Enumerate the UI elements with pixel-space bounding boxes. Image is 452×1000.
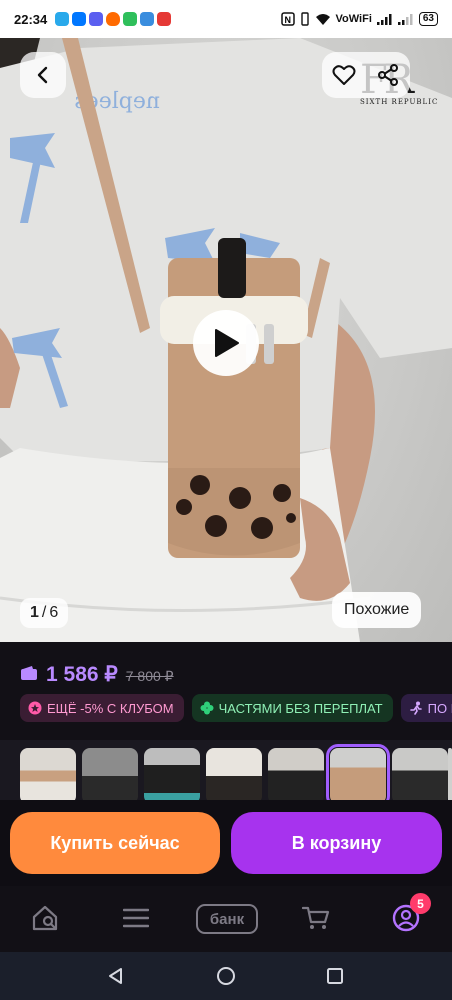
status-right: N VoWiFi 63 (280, 12, 438, 26)
status-bar: 22:34 N VoWiFi 63 (0, 0, 452, 38)
chevron-left-icon (37, 66, 48, 84)
status-time: 22:34 (14, 11, 48, 27)
vibrate-icon (300, 12, 309, 26)
back-button[interactable] (20, 52, 66, 98)
tab-bank[interactable]: банк (196, 904, 258, 934)
image-counter: 1 / 6 (20, 598, 69, 628)
thumbnail[interactable] (268, 748, 324, 804)
old-price: 7 800 ₽ (125, 668, 174, 684)
share-button[interactable] (366, 52, 410, 98)
battery-indicator: 63 (418, 12, 438, 26)
system-back-icon[interactable] (106, 966, 126, 986)
favorite-button[interactable] (322, 52, 366, 98)
thumbnail[interactable] (392, 748, 448, 804)
status-app-icons (55, 12, 172, 26)
wallet-icon (21, 666, 37, 680)
signal-2-icon (397, 14, 413, 25)
extra-promo-badge[interactable]: ПО КЛ (400, 694, 452, 722)
snowflake-app-icon (140, 12, 155, 26)
system-navigation-bar (0, 952, 452, 1000)
image-counter-total: 6 (49, 604, 59, 621)
tab-catalog[interactable] (118, 900, 154, 936)
maps-icon (157, 12, 172, 26)
product-page: 22:34 N VoWiFi 63 neplees SIXTH REPUBLIC… (0, 0, 452, 1000)
promo-badges: ЕЩЁ -5% С КЛУБОМ ЧАСТЯМИ БЕЗ ПЕРЕПЛАТ ПО… (20, 694, 452, 722)
vk-icon (72, 12, 87, 26)
image-counter-separator: / (41, 604, 47, 621)
play-video-button[interactable] (193, 310, 259, 376)
system-recents-icon[interactable] (325, 966, 345, 986)
fire-icon (106, 12, 121, 26)
club-discount-badge[interactable]: ЕЩЁ -5% С КЛУБОМ (20, 694, 184, 722)
share-icon (378, 64, 398, 86)
thumbnail[interactable] (20, 748, 76, 804)
thumbnail[interactable] (448, 748, 452, 804)
profile-notification-badge: 5 (410, 893, 431, 914)
current-price: 1 586 ₽ (46, 663, 118, 686)
signal-icon (376, 14, 392, 25)
thumbnail[interactable] (144, 748, 200, 804)
club-discount-label: ЕЩЁ -5% С КЛУБОМ (47, 700, 174, 716)
cart-icon (302, 906, 330, 929)
messenger-icon (89, 12, 104, 26)
play-icon (215, 329, 239, 357)
product-image-carousel[interactable]: neplees SIXTH REPUBLIC 1 / 6 Похожие (0, 38, 452, 642)
wifi-icon (315, 13, 330, 25)
buy-now-button[interactable]: Купить сейчас (10, 812, 220, 874)
thumbnail[interactable] (206, 748, 262, 804)
thumbnail-active[interactable] (326, 744, 390, 808)
tab-home[interactable] (28, 900, 64, 936)
extra-promo-label: ПО КЛ (427, 700, 452, 716)
installments-label: ЧАСТЯМИ БЕЗ ПЕРЕПЛАТ (218, 700, 383, 716)
star-badge-icon (28, 701, 42, 715)
price-row: 1 586 ₽ 7 800 ₽ (20, 662, 174, 687)
svg-text:N: N (284, 15, 291, 25)
clover-icon (200, 701, 214, 715)
catalog-icon (123, 908, 149, 928)
running-person-icon (409, 701, 422, 715)
image-counter-current: 1 (30, 604, 39, 621)
installments-badge[interactable]: ЧАСТЯМИ БЕЗ ПЕРЕПЛАТ (191, 694, 393, 722)
check-app-icon (123, 12, 138, 26)
purchase-actions: Купить сейчас В корзину (0, 800, 452, 886)
add-to-cart-button[interactable]: В корзину (231, 812, 442, 874)
telegram-icon (55, 12, 70, 26)
nfc-icon: N (280, 12, 295, 26)
system-home-icon[interactable] (216, 966, 236, 986)
home-search-icon (32, 905, 58, 931)
network-label: VoWiFi (335, 13, 372, 25)
tab-cart[interactable] (298, 900, 334, 936)
heart-icon (332, 65, 356, 85)
thumbnail[interactable] (82, 748, 138, 804)
bottom-tab-bar: банк 5 (0, 886, 452, 952)
similar-products-button[interactable]: Похожие (332, 592, 422, 628)
